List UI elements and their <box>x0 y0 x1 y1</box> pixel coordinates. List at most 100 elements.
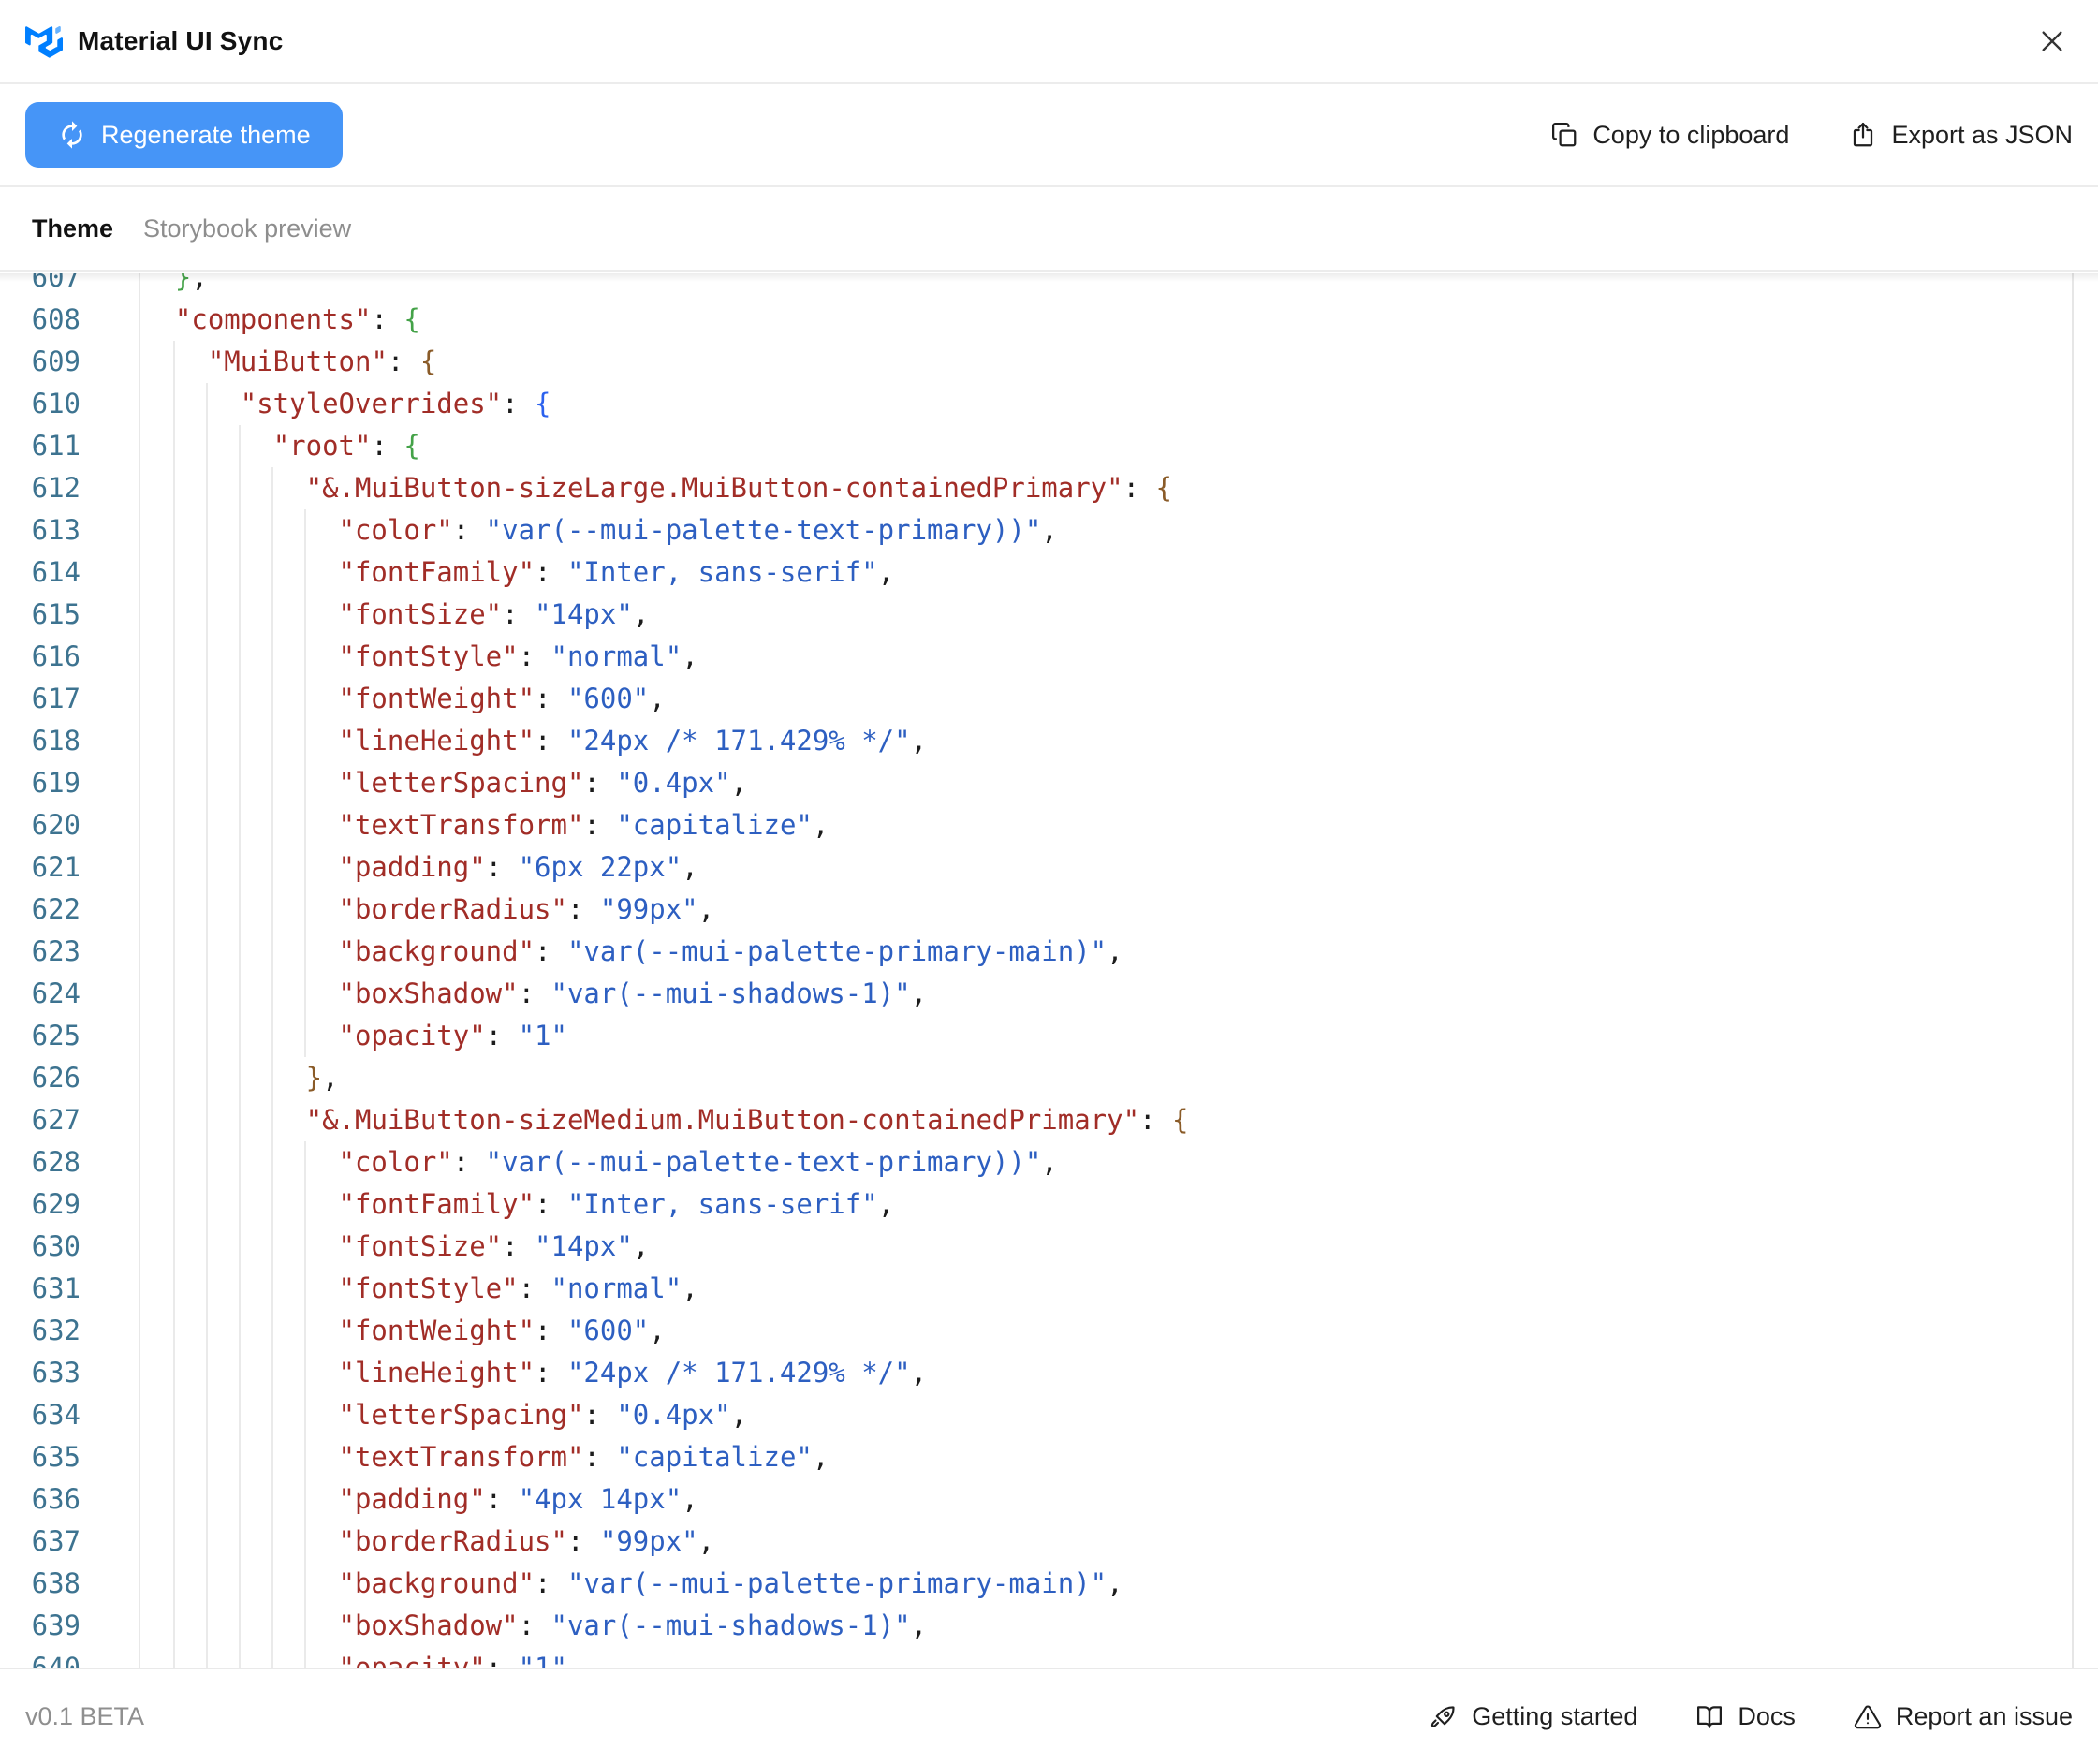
indent-guide <box>271 1605 273 1647</box>
indent-guide <box>239 1057 241 1099</box>
indent-guide <box>271 467 273 509</box>
version-label: v0.1 BETA <box>25 1702 145 1730</box>
line-number: 631 <box>0 1268 140 1310</box>
code-line: 617 "fontWeight": "600", <box>0 678 2098 720</box>
plugin-header: Material UI Sync <box>0 0 2098 84</box>
line-number: 625 <box>0 1015 140 1057</box>
indent-guide <box>304 1015 306 1057</box>
code-line-content: "fontFamily": "Inter, sans-serif", <box>140 551 2098 594</box>
docs-link[interactable]: Docs <box>1695 1702 1796 1731</box>
indent-guide <box>173 636 175 678</box>
code-line: 621 "padding": "6px 22px", <box>0 846 2098 889</box>
code-line: 608 "components": { <box>0 299 2098 341</box>
indent-guide <box>173 1352 175 1394</box>
line-number: 640 <box>0 1647 140 1668</box>
indent-guide <box>239 1099 241 1141</box>
line-number: 623 <box>0 931 140 973</box>
line-number: 632 <box>0 1310 140 1352</box>
indent-guide <box>239 1647 241 1668</box>
refresh-icon <box>57 120 87 150</box>
line-number: 616 <box>0 636 140 678</box>
code-line: 615 "fontSize": "14px", <box>0 594 2098 636</box>
indent-guide <box>206 1268 208 1310</box>
line-number: 611 <box>0 425 140 467</box>
indent-guide <box>271 1057 273 1099</box>
code-line: 609 "MuiButton": { <box>0 341 2098 383</box>
indent-guide <box>173 425 175 467</box>
indent-guide <box>304 509 306 551</box>
mui-logo-icon <box>25 24 63 58</box>
indent-guide <box>173 1605 175 1647</box>
indent-guide <box>304 762 306 804</box>
indent-guide <box>239 720 241 762</box>
indent-guide <box>239 931 241 973</box>
indent-guide <box>271 931 273 973</box>
line-number: 618 <box>0 720 140 762</box>
rocket-icon <box>1430 1703 1458 1731</box>
line-number: 627 <box>0 1099 140 1141</box>
report-an-issue-link[interactable]: Report an issue <box>1854 1702 2073 1731</box>
indent-guide <box>173 467 175 509</box>
code-line: 624 "boxShadow": "var(--mui-shadows-1)", <box>0 973 2098 1015</box>
regenerate-theme-button[interactable]: Regenerate theme <box>25 102 343 168</box>
copy-to-clipboard-label: Copy to clipboard <box>1592 120 1790 149</box>
indent-guide <box>239 1563 241 1605</box>
line-number: 630 <box>0 1226 140 1268</box>
code-line-content: "components": { <box>174 303 420 335</box>
code-line-content: "fontSize": "14px", <box>140 594 2098 636</box>
copy-to-clipboard-button[interactable]: Copy to clipboard <box>1550 121 1789 150</box>
getting-started-link[interactable]: Getting started <box>1430 1702 1637 1731</box>
code-line-content: }, <box>140 1057 2098 1099</box>
code-line: 634 "letterSpacing": "0.4px", <box>0 1394 2098 1436</box>
indent-guide <box>239 762 241 804</box>
indent-guide <box>304 1605 306 1647</box>
indent-guide <box>239 678 241 720</box>
line-number: 610 <box>0 383 140 425</box>
code-line-content: "MuiButton": { <box>140 341 2098 383</box>
indent-guide <box>239 467 241 509</box>
indent-guide <box>206 1394 208 1436</box>
code-line: 640 "opacity": "1" <box>0 1647 2098 1668</box>
tab-storybook-preview[interactable]: Storybook preview <box>143 214 351 243</box>
code-line: 635 "textTransform": "capitalize", <box>0 1436 2098 1478</box>
indent-guide <box>206 678 208 720</box>
line-number: 638 <box>0 1563 140 1605</box>
indent-guide <box>271 1563 273 1605</box>
docs-label: Docs <box>1738 1702 1796 1730</box>
code-line: 631 "fontStyle": "normal", <box>0 1268 2098 1310</box>
indent-guide <box>271 1352 273 1394</box>
line-number: 615 <box>0 594 140 636</box>
line-number: 639 <box>0 1605 140 1647</box>
indent-guide <box>239 1268 241 1310</box>
indent-guide <box>271 973 273 1015</box>
indent-guide <box>239 509 241 551</box>
indent-guide <box>173 1268 175 1310</box>
indent-guide <box>173 1183 175 1226</box>
indent-guide <box>239 1605 241 1647</box>
indent-guide <box>304 1141 306 1183</box>
tab-theme[interactable]: Theme <box>32 214 113 243</box>
line-number: 629 <box>0 1183 140 1226</box>
book-icon <box>1695 1703 1724 1731</box>
indent-guide <box>206 1478 208 1521</box>
code-line-content: "root": { <box>140 425 2098 467</box>
indent-guide <box>271 594 273 636</box>
export-as-json-button[interactable]: Export as JSON <box>1849 121 2073 150</box>
line-number: 628 <box>0 1141 140 1183</box>
line-number: 619 <box>0 762 140 804</box>
line-number: 620 <box>0 804 140 846</box>
scrollbar-track[interactable] <box>2072 273 2074 1668</box>
indent-guide <box>173 1394 175 1436</box>
indent-guide <box>271 1141 273 1183</box>
line-number: 635 <box>0 1436 140 1478</box>
indent-guide <box>173 762 175 804</box>
indent-guide <box>304 1268 306 1310</box>
indent-guide <box>304 846 306 889</box>
report-an-issue-label: Report an issue <box>1895 1702 2073 1730</box>
theme-code-editor[interactable]: 607 }, 608 "components": {609 "MuiButton"… <box>0 273 2098 1668</box>
indent-guide <box>206 1015 208 1057</box>
close-button[interactable] <box>2032 21 2073 62</box>
indent-guide <box>206 889 208 931</box>
indent-guide <box>271 509 273 551</box>
indent-guide <box>304 1647 306 1668</box>
